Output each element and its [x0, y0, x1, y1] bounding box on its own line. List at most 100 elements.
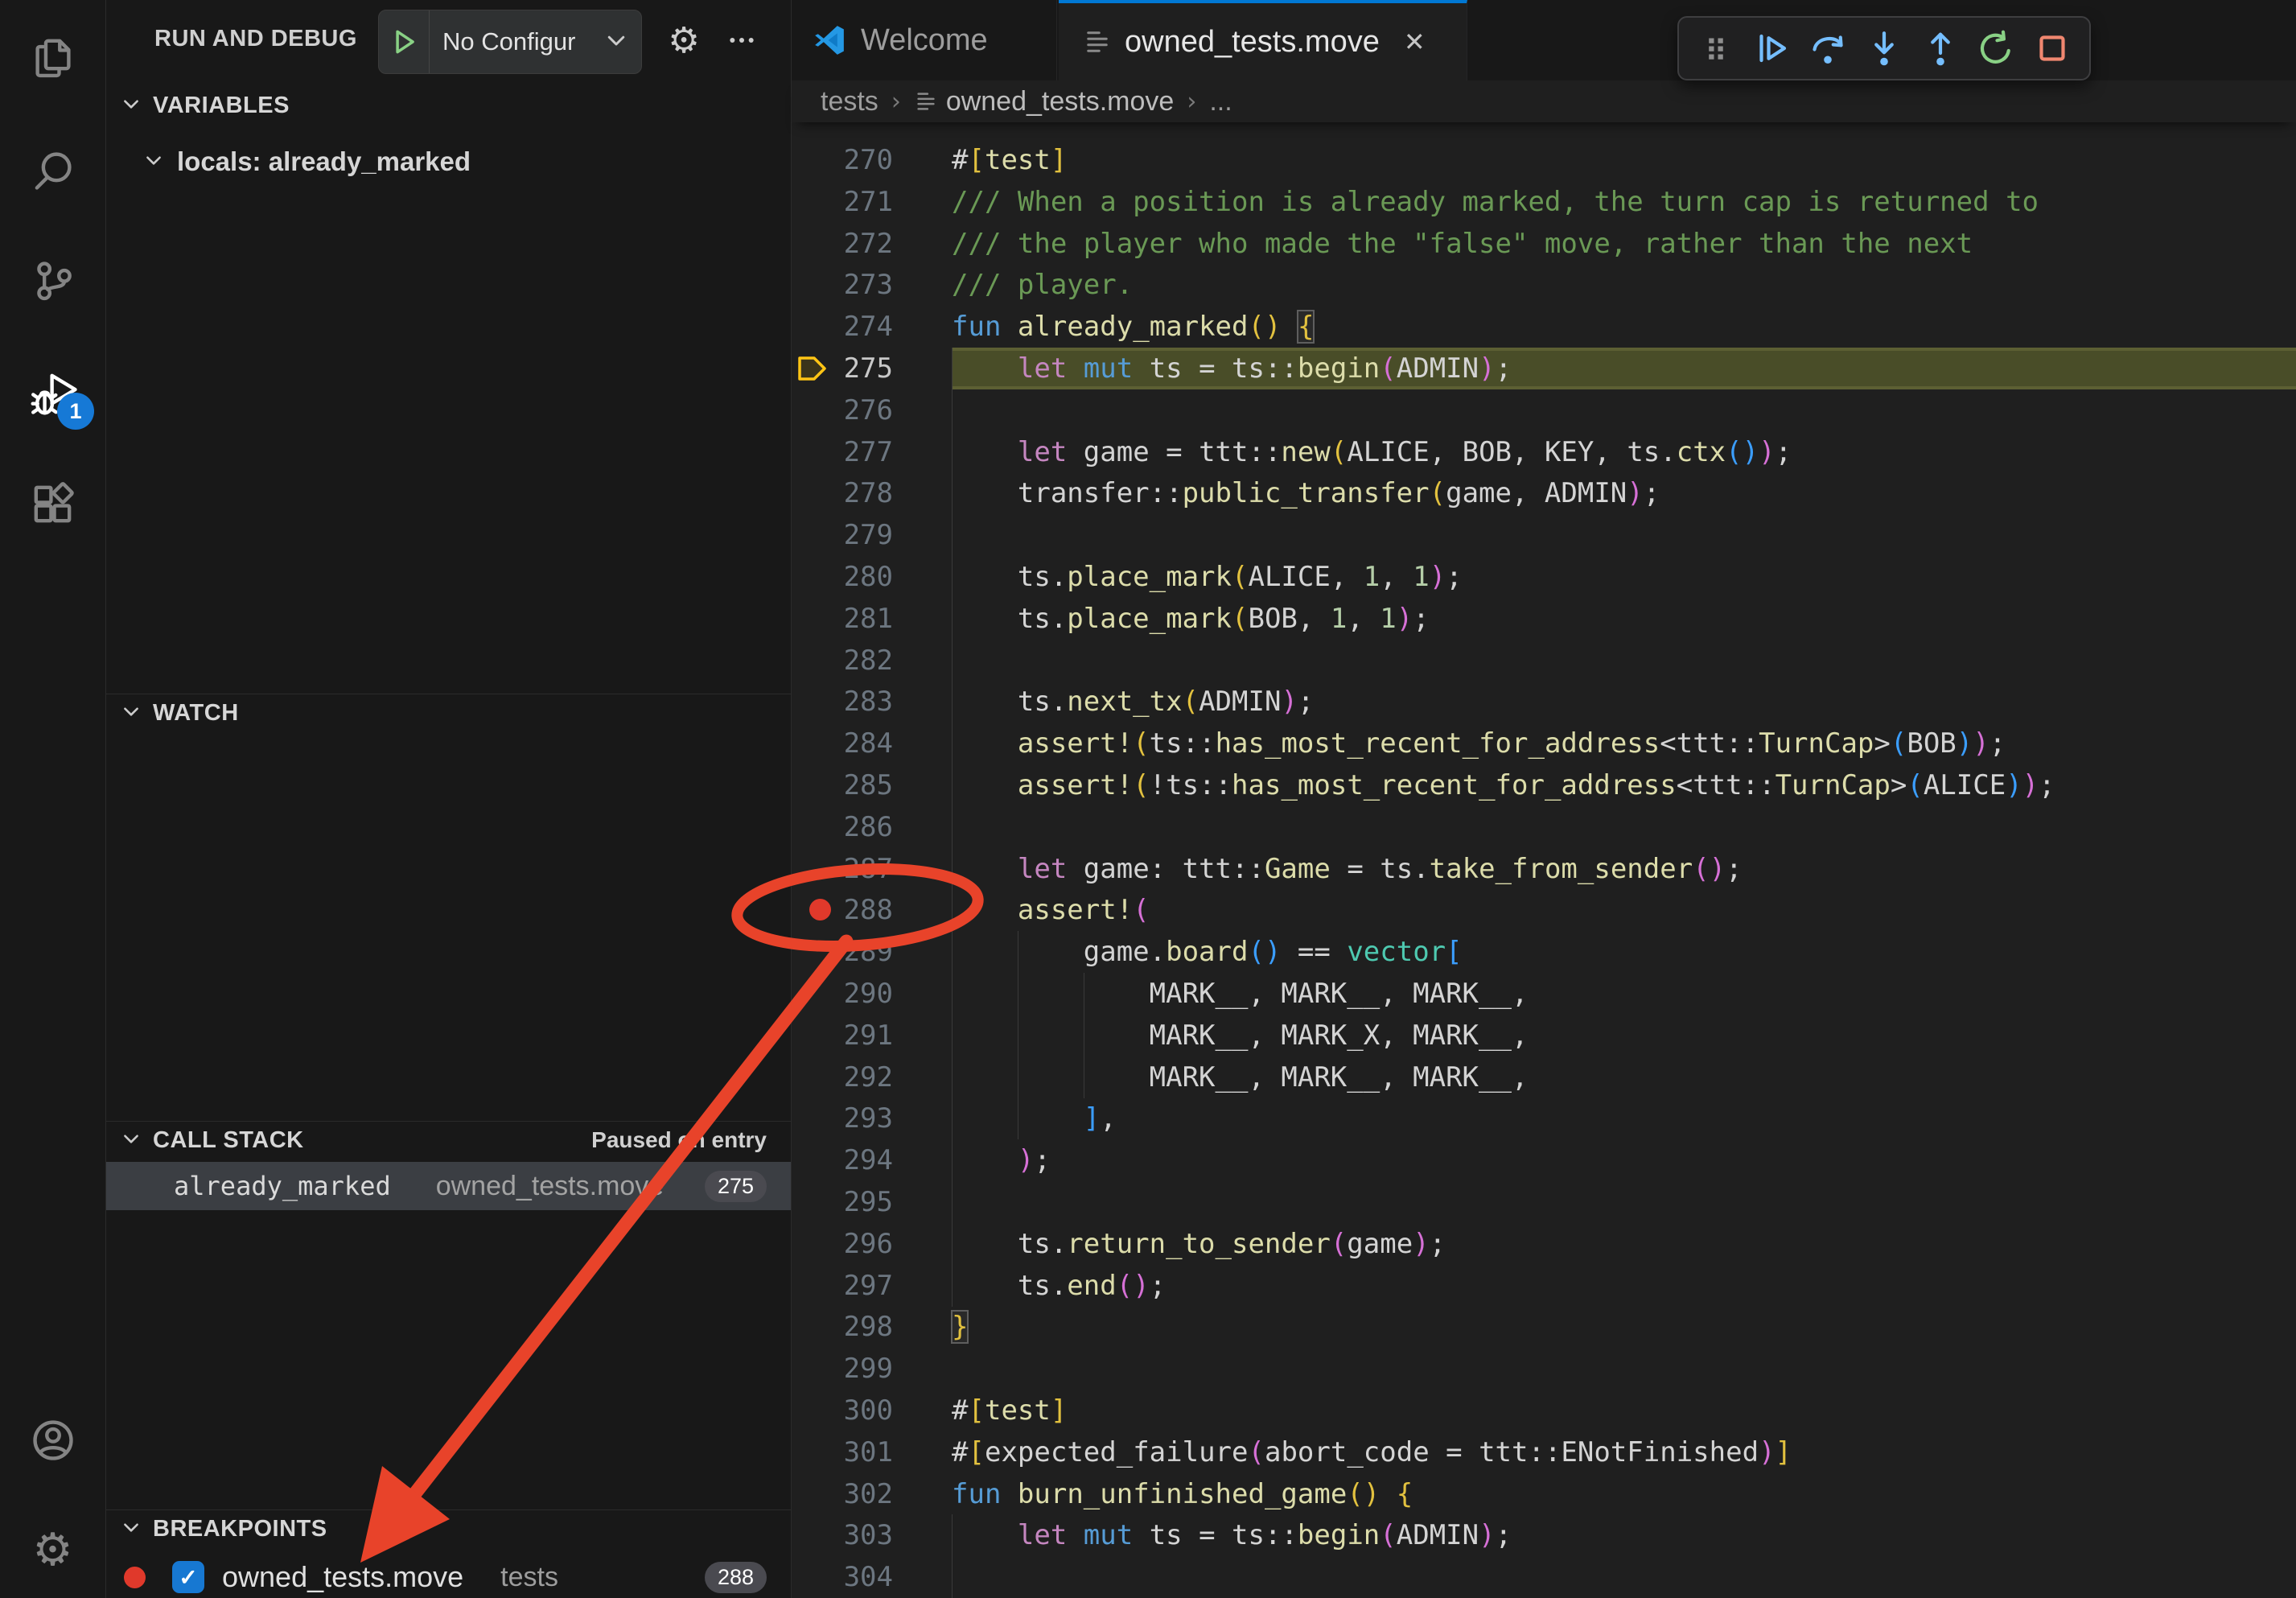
gutter[interactable]: 286	[792, 806, 952, 848]
gutter[interactable]: 298	[792, 1306, 952, 1348]
code-line-273[interactable]: 273/// player.	[792, 264, 2296, 306]
gutter[interactable]: 285	[792, 764, 952, 806]
code-line-271[interactable]: 271/// When a position is already marked…	[792, 181, 2296, 223]
explorer-icon[interactable]	[0, 14, 105, 103]
gutter[interactable]: 270	[792, 139, 952, 181]
code-line-292[interactable]: 292 MARK__, MARK__, MARK__,	[792, 1056, 2296, 1098]
code-line-280[interactable]: 280 ts.place_mark(ALICE, 1, 1);	[792, 556, 2296, 598]
breakpoint-dot-icon[interactable]	[809, 899, 831, 920]
code-line-300[interactable]: 300#[test]	[792, 1390, 2296, 1431]
stack-frame-row[interactable]: already_marked owned_tests.move 275	[106, 1162, 791, 1210]
code-line-291[interactable]: 291 MARK__, MARK_X, MARK__,	[792, 1015, 2296, 1056]
tab-owned-tests[interactable]: owned_tests.move ✕	[1059, 0, 1467, 80]
gutter[interactable]: 300	[792, 1390, 952, 1431]
stop-button[interactable]	[2030, 26, 2075, 71]
gutter[interactable]: 289	[792, 931, 952, 973]
code-line-286[interactable]: 286	[792, 806, 2296, 848]
code-line-285[interactable]: 285 assert!(!ts::has_most_recent_for_add…	[792, 764, 2296, 806]
variables-section-header[interactable]: VARIABLES	[106, 87, 791, 124]
code-line-290[interactable]: 290 MARK__, MARK__, MARK__,	[792, 973, 2296, 1015]
step-into-button[interactable]	[1862, 26, 1907, 71]
gutter[interactable]: 290	[792, 973, 952, 1015]
code-line-281[interactable]: 281 ts.place_mark(BOB, 1, 1);	[792, 598, 2296, 640]
source-control-icon[interactable]	[0, 237, 105, 325]
variables-locals-row[interactable]: locals: already_marked	[106, 143, 791, 180]
code-line-296[interactable]: 296 ts.return_to_sender(game);	[792, 1223, 2296, 1265]
more-actions-icon[interactable]	[718, 0, 766, 80]
code-line-289[interactable]: 289 game.board() == vector[	[792, 931, 2296, 973]
watch-section-header[interactable]: WATCH	[106, 694, 791, 731]
breadcrumb-symbol[interactable]: ...	[1209, 86, 1232, 117]
gutter[interactable]: 295	[792, 1181, 952, 1223]
breadcrumb-folder[interactable]: tests	[821, 86, 878, 117]
gutter[interactable]: 304	[792, 1556, 952, 1598]
launch-configuration-dropdown[interactable]: No Configur	[378, 10, 642, 74]
gutter[interactable]: 293	[792, 1098, 952, 1139]
code-line-277[interactable]: 277 let game = ttt::new(ALICE, BOB, KEY,…	[792, 431, 2296, 473]
start-debugging-icon[interactable]	[379, 10, 430, 73]
toolbar-drag-handle[interactable]	[1693, 26, 1738, 71]
gutter[interactable]: 302	[792, 1473, 952, 1515]
gutter[interactable]: 294	[792, 1139, 952, 1181]
code-line-283[interactable]: 283 ts.next_tx(ADMIN);	[792, 681, 2296, 723]
code-line-270[interactable]: 270#[test]	[792, 139, 2296, 181]
code-line-284[interactable]: 284 assert!(ts::has_most_recent_for_addr…	[792, 723, 2296, 764]
code-editor[interactable]: 270#[test]271/// When a position is alre…	[792, 122, 2296, 1598]
code-line-299[interactable]: 299	[792, 1348, 2296, 1390]
gutter[interactable]: 303	[792, 1514, 952, 1556]
code-line-287[interactable]: 287 let game: ttt::Game = ts.take_from_s…	[792, 848, 2296, 890]
gutter[interactable]: 299	[792, 1348, 952, 1390]
close-tab-icon[interactable]: ✕	[1404, 27, 1426, 57]
gutter[interactable]: 279	[792, 514, 952, 556]
gutter[interactable]: 297	[792, 1265, 952, 1307]
gutter[interactable]: 296	[792, 1223, 952, 1265]
gutter[interactable]: 283	[792, 681, 952, 723]
gutter[interactable]: 282	[792, 640, 952, 682]
gutter[interactable]: 281	[792, 598, 952, 640]
code-line-274[interactable]: 274fun already_marked() {	[792, 306, 2296, 348]
code-line-304[interactable]: 304	[792, 1556, 2296, 1598]
code-line-282[interactable]: 282	[792, 640, 2296, 682]
gutter[interactable]: 292	[792, 1056, 952, 1098]
tab-welcome[interactable]: Welcome	[792, 0, 1057, 80]
restart-button[interactable]	[1973, 26, 2018, 71]
code-line-278[interactable]: 278 transfer::public_transfer(game, ADMI…	[792, 472, 2296, 514]
code-line-276[interactable]: 276	[792, 389, 2296, 431]
continue-button[interactable]	[1750, 26, 1795, 71]
run-and-debug-icon[interactable]: 1	[0, 351, 105, 439]
code-line-272[interactable]: 272/// the player who made the "false" m…	[792, 223, 2296, 265]
gutter[interactable]: 271	[792, 181, 952, 223]
code-line-294[interactable]: 294 );	[792, 1139, 2296, 1181]
gutter[interactable]: 274	[792, 306, 952, 348]
code-line-301[interactable]: 301#[expected_failure(abort_code = ttt::…	[792, 1431, 2296, 1473]
gutter[interactable]: 287	[792, 848, 952, 890]
step-out-button[interactable]	[1918, 26, 1963, 71]
gutter[interactable]: 280	[792, 556, 952, 598]
call-stack-section-header[interactable]: CALL STACK Paused on entry	[106, 1121, 791, 1159]
gutter[interactable]: 291	[792, 1015, 952, 1056]
code-line-298[interactable]: 298}	[792, 1306, 2296, 1348]
gutter[interactable]: 272	[792, 223, 952, 265]
gutter[interactable]: 288	[792, 889, 952, 931]
gutter[interactable]: 301	[792, 1431, 952, 1473]
debug-settings-gear-icon[interactable]: ⚙	[660, 0, 708, 80]
code-line-303[interactable]: 303 let mut ts = ts::begin(ADMIN);	[792, 1514, 2296, 1556]
gutter[interactable]: 284	[792, 723, 952, 764]
gutter[interactable]: 273	[792, 264, 952, 306]
settings-gear-icon[interactable]: ⚙	[0, 1506, 105, 1595]
breakpoint-checkbox[interactable]: ✓	[172, 1561, 204, 1593]
code-line-293[interactable]: 293 ],	[792, 1098, 2296, 1139]
accounts-icon[interactable]	[0, 1396, 105, 1485]
gutter[interactable]: 277	[792, 431, 952, 473]
gutter[interactable]: 275	[792, 348, 952, 389]
code-line-275[interactable]: 275 let mut ts = ts::begin(ADMIN);	[792, 348, 2296, 389]
gutter[interactable]: 276	[792, 389, 952, 431]
code-line-297[interactable]: 297 ts.end();	[792, 1265, 2296, 1307]
code-line-295[interactable]: 295	[792, 1181, 2296, 1223]
extensions-icon[interactable]	[0, 460, 105, 549]
breadcrumb[interactable]: tests › owned_tests.move › ...	[792, 80, 2296, 122]
gutter[interactable]: 278	[792, 472, 952, 514]
code-line-288[interactable]: 288 assert!(	[792, 889, 2296, 931]
breadcrumb-file[interactable]: owned_tests.move	[946, 86, 1175, 117]
search-icon[interactable]	[0, 126, 105, 214]
